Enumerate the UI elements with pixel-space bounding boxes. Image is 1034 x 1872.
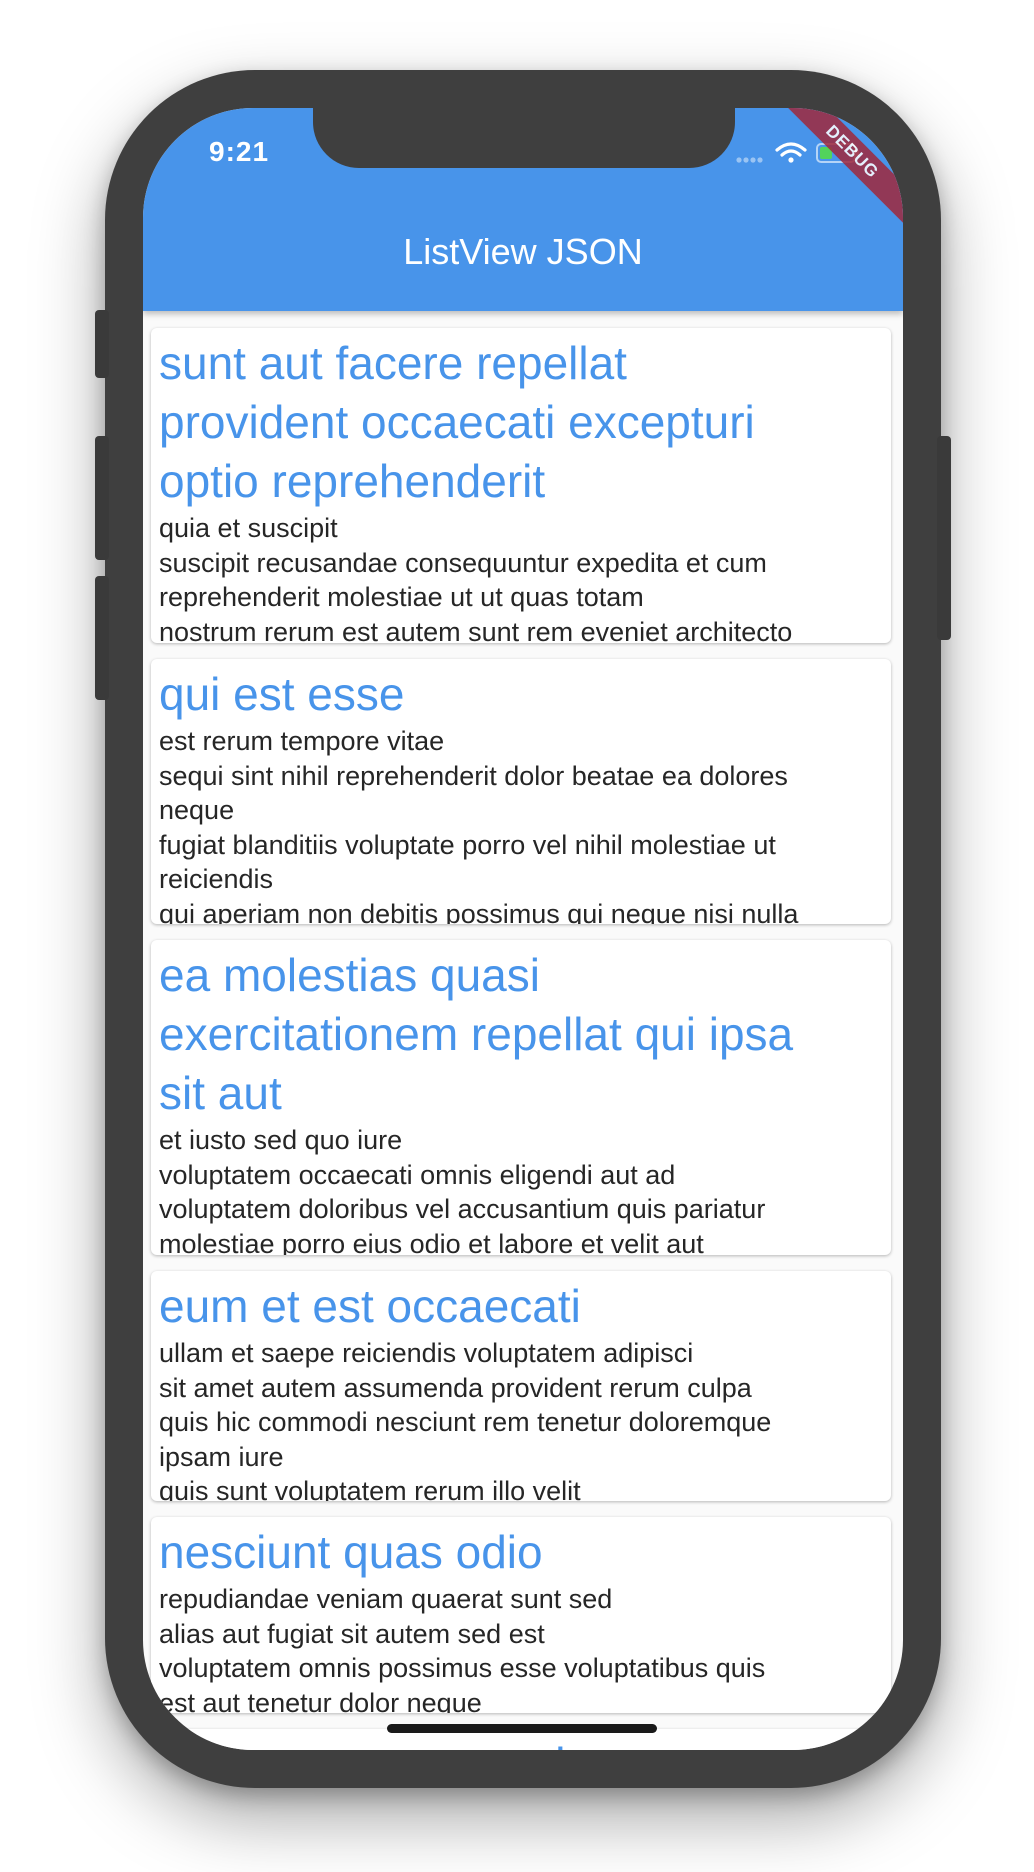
screen: 9:21 ListView JSON DEBUG sunt aut facere…	[143, 108, 903, 1750]
post-body: et iusto sed quo iure voluptatem occaeca…	[159, 1125, 766, 1255]
post-title: ea molestias quasi exercitationem repell…	[159, 949, 794, 1119]
list-item[interactable]: qui est esse est rerum tempore vitae seq…	[151, 659, 891, 924]
debug-banner: DEBUG	[774, 108, 903, 230]
notch	[313, 108, 735, 168]
post-title: eum et est occaecati	[159, 1280, 581, 1332]
post-title: nesciunt quas odio	[159, 1526, 543, 1578]
signal-icon	[736, 157, 763, 163]
post-title: dolorem eum magni eos	[159, 1735, 883, 1750]
volume-up-button	[95, 436, 109, 560]
volume-down-button	[95, 576, 109, 700]
status-time: 9:21	[209, 136, 270, 167]
power-button	[937, 436, 951, 640]
post-body: ullam et saepe reiciendis voluptatem adi…	[159, 1338, 772, 1501]
home-indicator[interactable]	[387, 1724, 657, 1733]
post-title: sunt aut facere repellat provident occae…	[159, 337, 755, 507]
post-body: quia et suscipit suscipit recusandae con…	[159, 513, 793, 643]
mute-switch	[95, 310, 109, 378]
debug-banner-wrap: DEBUG	[763, 108, 903, 248]
post-body: est rerum tempore vitae sequi sint nihil…	[159, 726, 799, 924]
list-item[interactable]: ea molestias quasi exercitationem repell…	[151, 940, 891, 1255]
list-item[interactable]: nesciunt quas odio repudiandae veniam qu…	[151, 1517, 891, 1713]
list-item[interactable]: sunt aut facere repellat provident occae…	[151, 328, 891, 643]
post-body: repudiandae veniam quaerat sunt sed alia…	[159, 1584, 766, 1713]
list-item[interactable]: eum et est occaecati ullam et saepe reic…	[151, 1271, 891, 1501]
post-title: qui est esse	[159, 668, 405, 720]
